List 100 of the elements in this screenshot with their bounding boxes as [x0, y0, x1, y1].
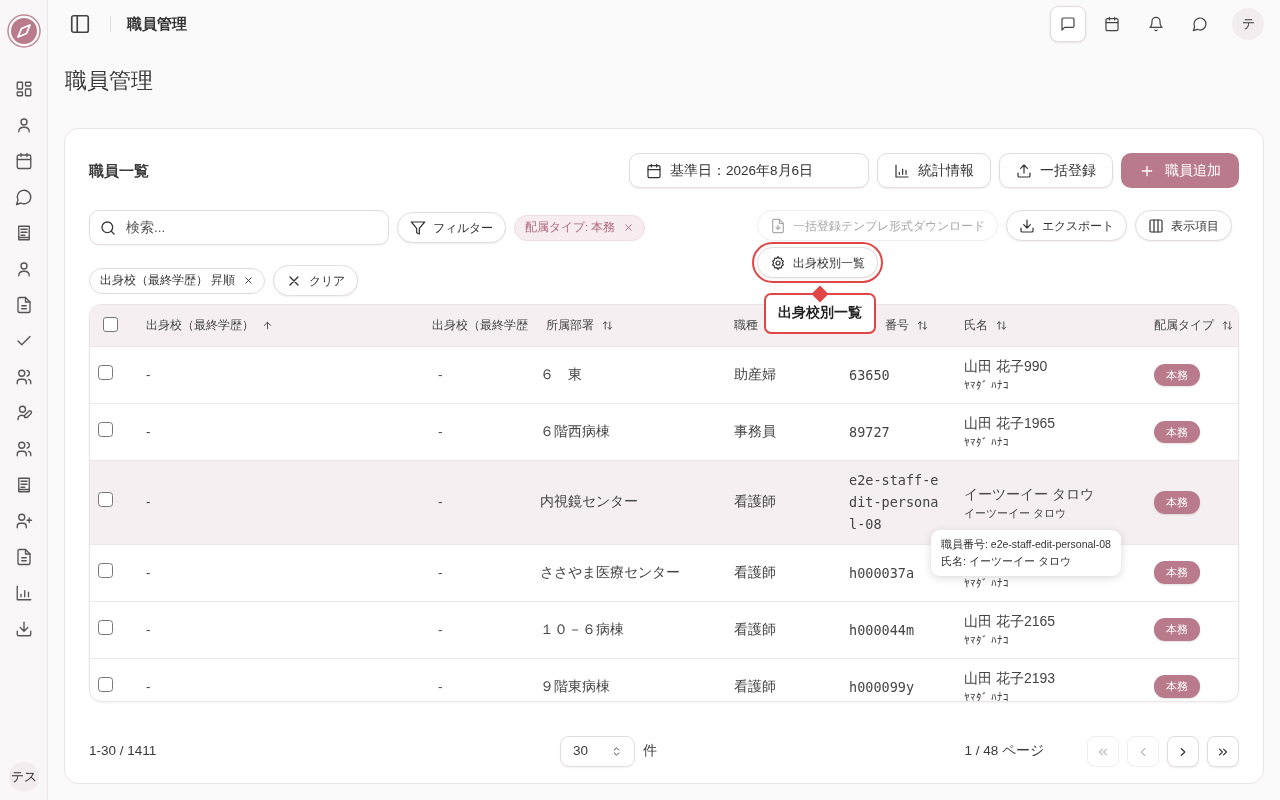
display-columns-button[interactable]: 表示項目: [1135, 210, 1232, 242]
column-header[interactable]: 出身校（最終学歴）: [146, 317, 273, 335]
table-cell-text: ６階西病棟: [540, 422, 611, 441]
table-cell-text: -: [146, 563, 152, 582]
row-checkbox[interactable]: [98, 676, 113, 692]
row-checkbox[interactable]: [98, 492, 113, 508]
table-cell-text: 看護師: [734, 620, 777, 639]
search-box[interactable]: 検索...: [89, 210, 389, 246]
table-row[interactable]: - - ６ 東 助産婦 63650 山田 花子990 ﾔﾏﾀﾞ ﾊﾅｺ 本務: [90, 346, 1238, 404]
calendar-icon: [1104, 16, 1120, 32]
download-icon: [14, 620, 33, 638]
filter-chip: 配属タイプ: 本務: [514, 214, 646, 241]
bulk-register-button[interactable]: 一括登録: [999, 153, 1113, 189]
table-cell-text: -: [146, 620, 152, 639]
message-icon: [1060, 16, 1076, 32]
assignment-type-badge: 本務: [1154, 561, 1200, 584]
sort-icon: [602, 320, 613, 332]
dashboard-icon: [14, 80, 33, 98]
user-avatar[interactable]: テス: [8, 762, 39, 792]
column-header[interactable]: 所属部署: [546, 317, 613, 335]
calendar-icon: [646, 162, 662, 179]
assignment-type-badge: 本務: [1154, 420, 1200, 444]
table-cell-text: -: [146, 422, 152, 441]
users-icon: [14, 440, 33, 458]
filter-button[interactable]: フィルター: [397, 212, 506, 244]
filter-chip: 出身校（最終学歴） 昇順: [89, 267, 266, 294]
row-checkbox[interactable]: [98, 421, 113, 437]
table-cell-text: -: [438, 365, 444, 384]
sidebar-button[interactable]: [14, 584, 33, 602]
assignment-type-badge: 本務: [1154, 491, 1200, 514]
user-edit-icon: [14, 404, 33, 422]
tooltip-text: 氏名: イーツーイー タロウ: [941, 554, 1072, 570]
users-icon: [14, 368, 33, 386]
search-icon: [100, 219, 116, 236]
breadcrumb-title: 職員管理: [127, 13, 187, 34]
table-cell-text: 63650: [849, 365, 891, 385]
sidebar-button[interactable]: [14, 548, 33, 566]
table-cell-text: e2e-staff-edit-personal-08: [849, 470, 940, 535]
download-icon: [1019, 217, 1035, 234]
sidebar-button[interactable]: [14, 152, 33, 170]
assignment-type-badge: 本務: [1154, 675, 1200, 698]
page-size-select[interactable]: 30: [560, 736, 635, 767]
sidebar-button[interactable]: [14, 296, 33, 314]
row-checkbox[interactable]: [98, 619, 113, 635]
upload-icon: [1016, 162, 1032, 179]
table-row[interactable]: - - １０－６病棟 看護師 h000044m 山田 花子2165 ﾔﾏﾀﾞ ﾊﾅｺ 本務: [90, 601, 1238, 659]
select-all-checkbox[interactable]: [103, 317, 118, 332]
sidebar-button[interactable]: [14, 440, 33, 458]
notification-icon: [1148, 16, 1164, 32]
row-checkbox[interactable]: [98, 364, 113, 380]
sidebar-button[interactable]: [14, 512, 33, 530]
sort-icon: [917, 320, 928, 332]
sidebar-button[interactable]: [14, 620, 33, 638]
gear-icon: [770, 254, 786, 271]
table-row[interactable]: - - ９階東病棟 看護師 h000099y 山田 花子2193 ﾔﾏﾀﾞ ﾊﾅｺ 本務: [90, 658, 1238, 702]
staff-name: 山田 花子990: [964, 357, 1049, 377]
table-cell-text: -: [438, 620, 444, 639]
unit-label: 件: [643, 742, 657, 761]
chat-icon: [14, 188, 33, 206]
sidebar-button[interactable]: [14, 404, 33, 422]
user-plus-icon: [14, 512, 33, 530]
filter-icon: [410, 219, 426, 236]
row-checkbox[interactable]: [98, 562, 113, 578]
table-cell-text: 看護師: [734, 563, 777, 582]
column-header[interactable]: 番号: [885, 317, 928, 335]
clear-button[interactable]: クリア: [273, 265, 359, 297]
sidebar-button[interactable]: [14, 368, 33, 386]
bar-chart-icon: [894, 162, 910, 179]
date-button[interactable]: 基準日：2026年8月6日: [629, 153, 869, 189]
search-field[interactable]: 検索...: [124, 211, 378, 245]
assignment-type-badge: 本務: [1154, 363, 1200, 387]
sort-ascending-icon: [262, 320, 273, 332]
table-row[interactable]: - - ６階西病棟 事務員 89727 山田 花子1965 ﾔﾏﾀﾞ ﾊﾅｺ 本務: [90, 403, 1238, 461]
staff-name: 山田 花子1965: [964, 414, 1057, 434]
sidebar-button[interactable]: [14, 188, 33, 206]
table-cell-text: -: [146, 493, 152, 512]
last-page-button[interactable]: [1207, 736, 1239, 767]
column-header[interactable]: 氏名: [964, 317, 1007, 335]
sort-icon: [1222, 320, 1233, 332]
staff-name-kana: ﾔﾏﾀﾞ ﾊﾅｺ: [964, 632, 1011, 648]
staff-name: イーツーイー タロウ: [964, 484, 1095, 504]
table-cell-text: -: [438, 677, 444, 696]
staff-name: 山田 花子2193: [964, 668, 1057, 688]
chat-icon: [1192, 16, 1208, 32]
table-cell-text: ６ 東: [540, 365, 583, 384]
column-header[interactable]: 職種: [734, 317, 758, 335]
table-cell-text: h000099y: [849, 677, 916, 697]
table-cell-text: １０－６病棟: [540, 620, 625, 639]
compass-logo[interactable]: [6, 14, 41, 48]
table-cell-text: ささやま医療センター: [540, 563, 681, 582]
staff-name-kana: ﾔﾏﾀﾞ ﾊﾅｺ: [964, 575, 1011, 591]
sidebar-button[interactable]: [14, 80, 33, 98]
columns-icon: [1148, 217, 1164, 234]
remove-chip-button[interactable]: [243, 275, 255, 287]
export-button[interactable]: エクスポート: [1006, 210, 1127, 242]
staff-name-kana: ﾔﾏﾀﾞ ﾊﾅｺ: [964, 435, 1011, 451]
file-icon: [14, 548, 33, 566]
table-cell-text: 助産婦: [734, 365, 777, 384]
stats-button[interactable]: 統計情報: [877, 153, 991, 189]
user-avatar[interactable]: テ: [1232, 8, 1264, 40]
